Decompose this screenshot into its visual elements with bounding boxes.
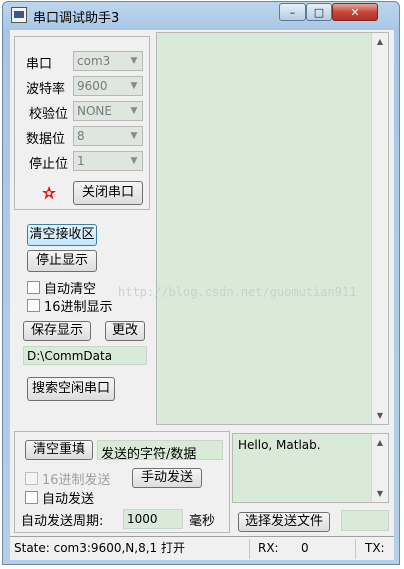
receive-text-area[interactable]: ▲ ▼ [156, 32, 389, 425]
chevron-down-icon: ▼ [130, 81, 138, 91]
hex-send-checkbox[interactable]: 16进制发送 [25, 469, 111, 488]
clear-receive-button[interactable]: 清空接收区 [27, 224, 97, 246]
checkbox-box [25, 491, 38, 504]
stopbits-value: 1 [77, 154, 85, 168]
close-port-button[interactable]: 关闭串口 [73, 181, 143, 205]
auto-clear-label: 自动清空 [44, 282, 97, 297]
auto-send-label: 自动发送 [42, 492, 95, 507]
scroll-up-icon[interactable]: ▲ [372, 434, 388, 451]
sent-characters-label: 发送的字符/数据 [97, 440, 223, 462]
hex-display-checkbox[interactable]: 16进制显示 [27, 296, 113, 315]
auto-clear-checkbox[interactable]: 自动清空 [27, 278, 96, 297]
send-file-path-field[interactable] [341, 510, 389, 531]
scroll-down-icon[interactable]: ▼ [372, 485, 388, 502]
app-icon [11, 7, 27, 23]
hex-send-label: 16进制发送 [42, 473, 111, 488]
baud-label: 波特率 [26, 82, 66, 97]
hex-display-label: 16进制显示 [44, 300, 113, 315]
choose-send-file-button[interactable]: 选择发送文件 [238, 512, 330, 532]
chevron-down-icon: ▼ [130, 131, 138, 141]
save-path-field[interactable]: D:\CommData [23, 346, 147, 365]
app-window: 串口调试助手3 – □ ✕ 串口 com3 ▼ 波特率 9600 ▼ 校验位 N… [2, 1, 400, 565]
auto-send-period-input[interactable]: 1000 [123, 509, 183, 529]
checkbox-box [27, 281, 40, 294]
send-text: Hello, Matlab. [238, 438, 321, 452]
connection-state: State: com3:9600,N,8,1 打开 [14, 541, 185, 555]
save-display-button[interactable]: 保存显示 [23, 321, 91, 341]
checkbox-box [25, 472, 38, 485]
stop-display-button[interactable]: 停止显示 [27, 250, 97, 272]
rx-label: RX: [258, 541, 279, 555]
status-divider [355, 539, 356, 559]
tx-label: TX: [365, 541, 385, 555]
checkbox-box [27, 299, 40, 312]
chevron-down-icon: ▼ [130, 156, 138, 166]
send-scrollbar[interactable]: ▲ ▼ [371, 434, 388, 502]
auto-send-period-label: 自动发送周期: [21, 514, 104, 529]
send-text-area[interactable]: Hello, Matlab. ▲ ▼ [232, 433, 389, 503]
red-star-indicator-icon [42, 186, 56, 200]
status-divider [249, 539, 250, 559]
minimize-button[interactable]: – [279, 3, 306, 21]
parity-select[interactable]: NONE ▼ [73, 101, 143, 121]
port-value: com3 [77, 54, 111, 68]
manual-send-button[interactable]: 手动发送 [132, 468, 202, 488]
databits-select[interactable]: 8 ▼ [73, 126, 143, 146]
parity-value: NONE [77, 104, 112, 118]
period-unit-label: 毫秒 [189, 514, 216, 529]
clear-refill-button[interactable]: 清空重填 [25, 440, 93, 460]
stopbits-select[interactable]: 1 ▼ [73, 151, 143, 171]
baud-value: 9600 [77, 79, 108, 93]
change-button[interactable]: 更改 [105, 321, 145, 341]
send-panel: 清空重填 发送的字符/数据 16进制发送 手动发送 自动发送 自动发送周期: 1… [14, 431, 230, 533]
port-select[interactable]: com3 ▼ [73, 51, 143, 71]
scroll-down-icon[interactable]: ▼ [372, 407, 388, 424]
databits-value: 8 [77, 129, 85, 143]
close-button[interactable]: ✕ [332, 3, 378, 21]
parity-label: 校验位 [29, 107, 69, 122]
stopbits-label: 停止位 [29, 157, 69, 172]
maximize-button[interactable]: □ [306, 3, 332, 21]
client-area: 串口 com3 ▼ 波特率 9600 ▼ 校验位 NONE ▼ 数据位 8 ▼ … [10, 30, 394, 560]
chevron-down-icon: ▼ [130, 106, 138, 116]
receive-scrollbar[interactable]: ▲ ▼ [371, 33, 388, 424]
title-bar[interactable]: 串口调试助手3 – □ ✕ [3, 2, 399, 28]
databits-label: 数据位 [26, 132, 66, 147]
port-label: 串口 [26, 57, 53, 72]
baud-select[interactable]: 9600 ▼ [73, 76, 143, 96]
chevron-down-icon: ▼ [130, 56, 138, 66]
window-title: 串口调试助手3 [33, 11, 120, 26]
status-bar: State: com3:9600,N,8,1 打开 RX: 0 TX: [10, 536, 394, 560]
rx-count: 0 [301, 541, 309, 555]
search-idle-port-button[interactable]: 搜索空闲串口 [27, 377, 115, 401]
auto-send-checkbox[interactable]: 自动发送 [25, 488, 94, 507]
serial-settings-panel: 串口 com3 ▼ 波特率 9600 ▼ 校验位 NONE ▼ 数据位 8 ▼ … [14, 36, 150, 210]
scroll-up-icon[interactable]: ▲ [372, 33, 388, 50]
